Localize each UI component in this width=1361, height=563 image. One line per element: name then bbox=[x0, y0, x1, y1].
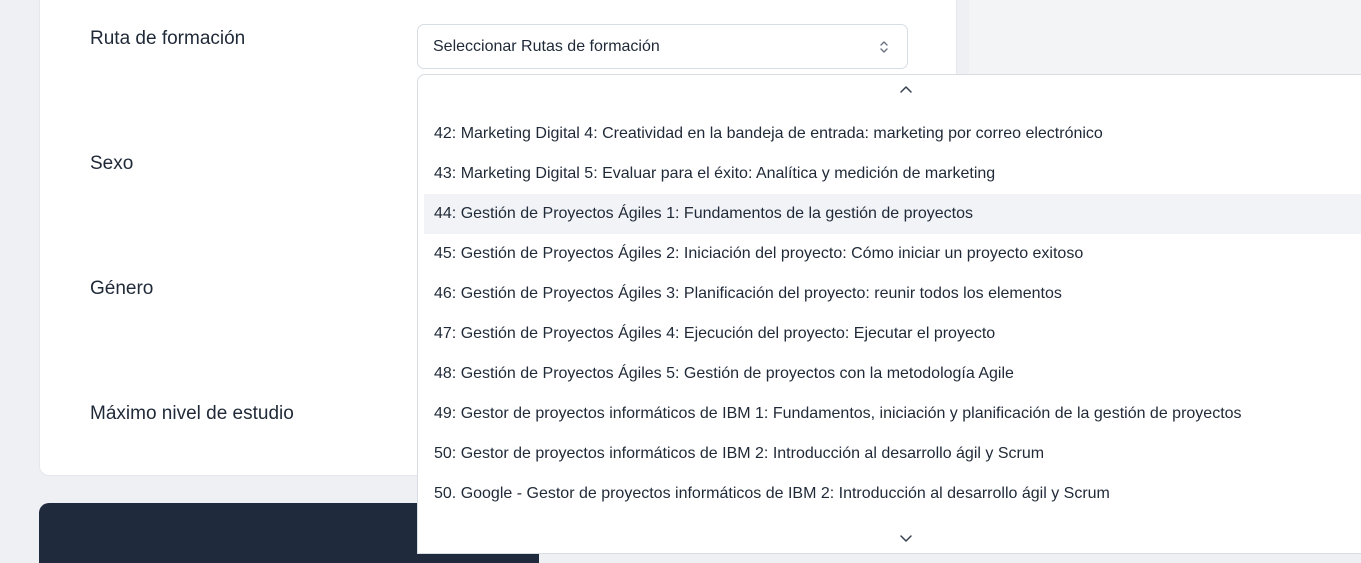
sexo-label: Sexo bbox=[90, 153, 134, 174]
ruta-select[interactable]: Seleccionar Rutas de formación bbox=[417, 24, 908, 69]
chevron-down-icon[interactable] bbox=[899, 534, 913, 544]
dropdown-option[interactable]: 50. Google - Gestor de proyectos informá… bbox=[424, 474, 1361, 514]
nivel-estudio-label: Máximo nivel de estudio bbox=[90, 403, 294, 424]
dropdown-option[interactable]: 44: Gestión de Proyectos Ágiles 1: Funda… bbox=[424, 194, 1361, 234]
ruta-label: Ruta de formación bbox=[90, 28, 246, 49]
dropdown-option[interactable]: 43: Marketing Digital 5: Evaluar para el… bbox=[424, 154, 1361, 194]
dropdown-option[interactable]: 42: Marketing Digital 4: Creatividad en … bbox=[424, 114, 1361, 154]
dropdown-option[interactable]: 45: Gestión de Proyectos Ágiles 2: Inici… bbox=[424, 234, 1361, 274]
ruta-dropdown-list[interactable]: 42: Marketing Digital 4: Creatividad en … bbox=[417, 74, 1361, 554]
dropdown-option[interactable]: 49: Gestor de proyectos informáticos de … bbox=[424, 394, 1361, 434]
dropdown-option[interactable]: 46: Gestión de Proyectos Ágiles 3: Plani… bbox=[424, 274, 1361, 314]
dropdown-option[interactable]: 48: Gestión de Proyectos Ágiles 5: Gesti… bbox=[424, 354, 1361, 394]
dropdown-option[interactable]: 47: Gestión de Proyectos Ágiles 4: Ejecu… bbox=[424, 314, 1361, 354]
dropdown-option[interactable]: 50: Gestor de proyectos informáticos de … bbox=[424, 434, 1361, 474]
genero-label: Género bbox=[90, 278, 154, 299]
chevron-up-icon[interactable] bbox=[899, 84, 913, 94]
chevron-up-down-icon bbox=[880, 41, 888, 53]
ruta-select-value: Seleccionar Rutas de formación bbox=[433, 37, 660, 55]
